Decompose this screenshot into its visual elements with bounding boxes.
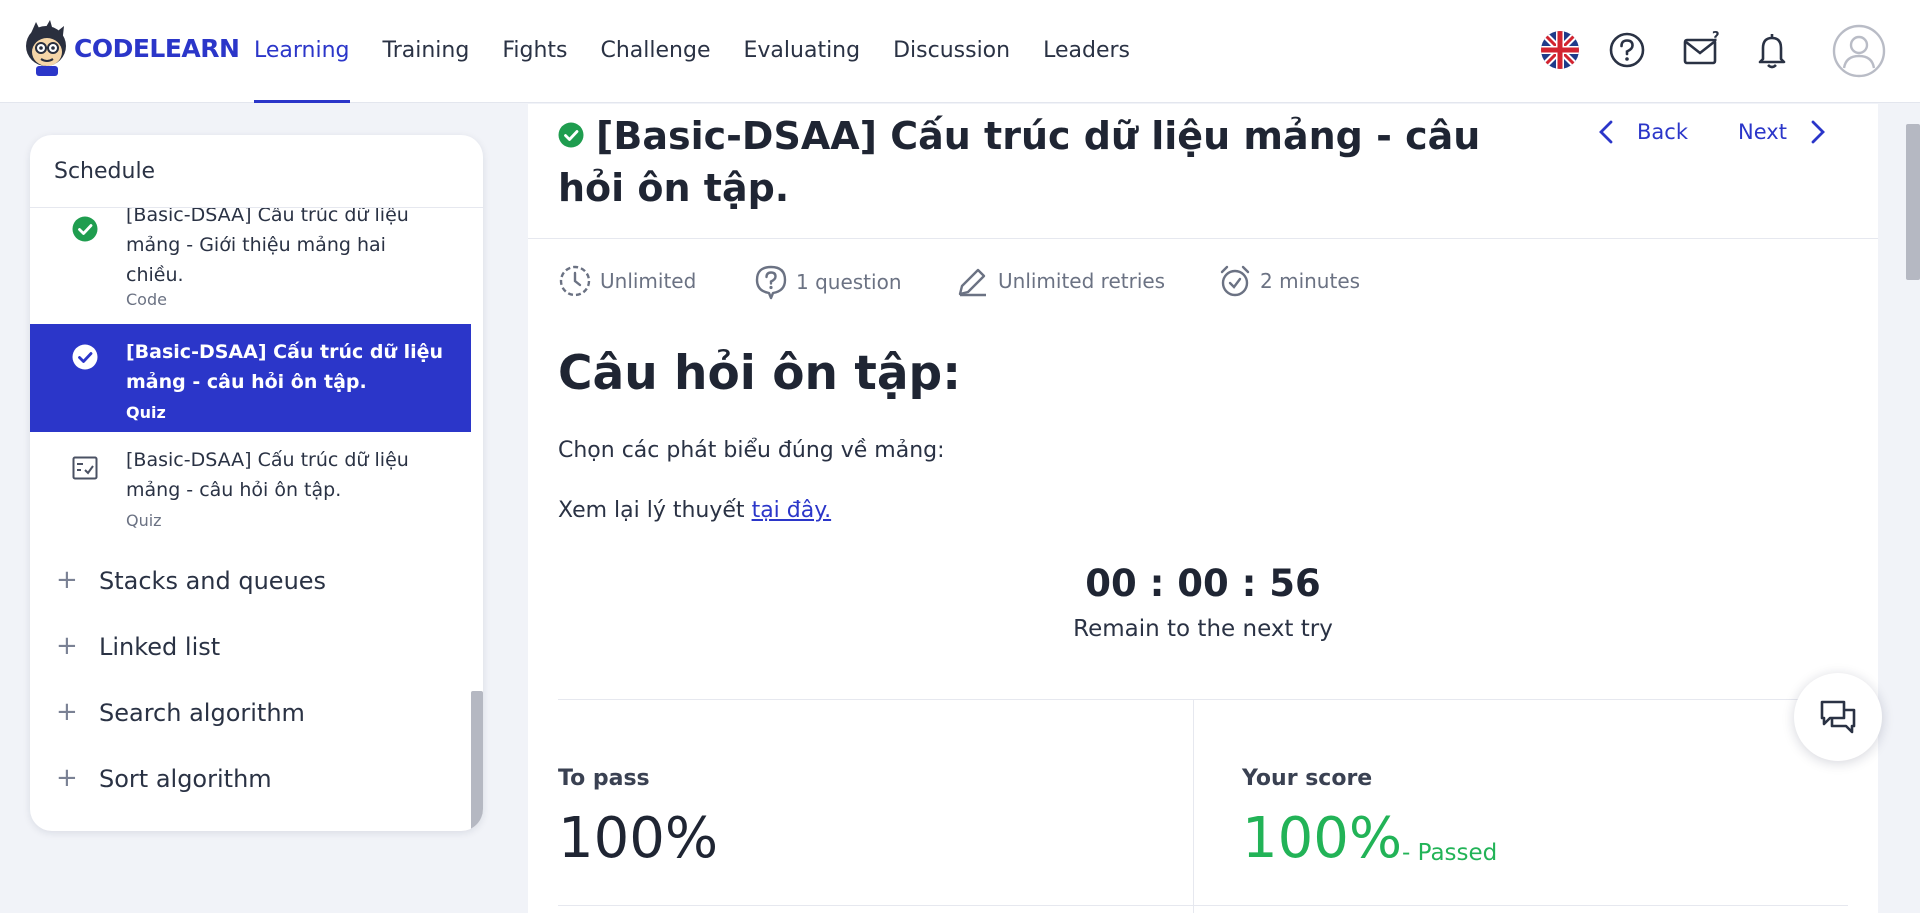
lesson-item[interactable]: [Basic-DSAA] Cấu trúc dữ liệu mảng - Giớ…	[30, 208, 471, 312]
page-title: [Basic-DSAA] Cấu trúc dữ liệu mảng - câu…	[558, 110, 1558, 214]
page-scrollbar[interactable]	[1906, 124, 1920, 280]
next-button[interactable]: Next	[1738, 118, 1829, 146]
top-header: CODELEARN Learning Training Fights Challeng…	[0, 0, 1920, 103]
schedule-sidebar: Schedule [Basic-DSAA] Cấu trúc dữ liệu m…	[30, 135, 483, 831]
help-icon[interactable]	[1608, 28, 1646, 72]
review-theory-text: Xem lại lý thuyết tại đây.	[558, 498, 831, 523]
section-stacks-and-queues[interactable]: + Stacks and queues	[30, 561, 471, 601]
question-heading: Câu hỏi ôn tập:	[558, 346, 961, 401]
expand-plus-icon: +	[56, 631, 78, 661]
lesson-title: [Basic-DSAA] Cấu trúc dữ liệu mảng - Giớ…	[126, 208, 409, 286]
mascot-logo-icon	[26, 20, 66, 76]
nav-item-learning[interactable]: Learning	[254, 0, 350, 103]
sidebar-scrollbar[interactable]	[471, 691, 483, 831]
bell-icon[interactable]	[1756, 28, 1788, 72]
expand-plus-icon: +	[56, 763, 78, 793]
mail-icon[interactable]: ?	[1682, 28, 1722, 72]
chevron-right-icon	[1811, 120, 1825, 144]
nav-item-evaluating[interactable]: Evaluating	[744, 0, 861, 103]
codelearn-logo[interactable]: CODELEARN	[22, 18, 240, 78]
meta-questions-text: 1 question	[796, 270, 902, 294]
lesson-item[interactable]: [Basic-DSAA] Cấu trúc dữ liệu mảng - câu…	[30, 432, 471, 540]
section-label: Stacks and queues	[99, 567, 327, 595]
lesson-type: Code	[126, 290, 167, 309]
back-button[interactable]: Back	[1595, 118, 1688, 146]
chevron-left-icon	[1599, 120, 1613, 144]
section-label: Search algorithm	[99, 699, 305, 727]
score-status: - Passed	[1402, 840, 1498, 866]
svg-text:?: ?	[1712, 30, 1720, 45]
alarm-clock-icon	[1220, 265, 1250, 297]
lesson-type: Quiz	[126, 511, 162, 530]
results-divider-top	[558, 699, 1848, 700]
to-pass-label: To pass	[558, 766, 650, 791]
section-sort-algorithm[interactable]: + Sort algorithm	[30, 759, 471, 799]
lesson-item-active[interactable]: [Basic-DSAA] Cấu trúc dữ liệu mảng - câu…	[30, 324, 471, 432]
title-divider	[528, 238, 1878, 239]
expand-plus-icon: +	[56, 565, 78, 595]
lesson-type: Quiz	[126, 403, 166, 422]
meta-retries-text: Unlimited retries	[998, 269, 1166, 293]
question-text: Chọn các phát biểu đúng về mảng:	[558, 438, 945, 463]
retry-countdown-timer: 00 : 00 : 56	[1085, 562, 1321, 605]
results-divider-bottom	[558, 905, 1848, 906]
meta-questions: 1 question	[754, 264, 902, 300]
expand-plus-icon: +	[56, 697, 78, 727]
brand-name: CODELEARN	[74, 33, 240, 63]
meta-duration-text: 2 minutes	[1260, 269, 1361, 293]
quiz-content-card: [Basic-DSAA] Cấu trúc dữ liệu mảng - câu…	[528, 104, 1878, 913]
page-title-text: [Basic-DSAA] Cấu trúc dữ liệu mảng - câu…	[558, 114, 1481, 210]
review-theory-link[interactable]: tại đây.	[752, 498, 832, 523]
back-label: Back	[1637, 120, 1688, 144]
section-label: Sort algorithm	[99, 765, 272, 793]
nav-item-discussion[interactable]: Discussion	[893, 0, 1010, 103]
your-score-label: Your score	[1242, 766, 1373, 791]
meta-time: Unlimited	[558, 264, 696, 298]
nav-item-leaders[interactable]: Leaders	[1043, 0, 1130, 103]
section-label: Linked list	[99, 633, 221, 661]
section-linked-list[interactable]: + Linked list	[30, 627, 471, 667]
meta-time-text: Unlimited	[600, 269, 697, 293]
uk-flag-icon[interactable]	[1540, 28, 1580, 72]
meta-duration: 2 minutes	[1218, 264, 1360, 298]
completed-check-icon	[72, 344, 98, 370]
to-pass-value: 100%	[558, 806, 719, 871]
clock-dashed-icon	[559, 265, 591, 297]
nav-item-training[interactable]: Training	[383, 0, 470, 103]
pencil-edit-icon	[958, 268, 986, 297]
chat-bubbles-icon	[1820, 700, 1856, 734]
timer-label: Remain to the next try	[1073, 616, 1333, 642]
completed-check-icon	[72, 216, 98, 242]
meta-retries: Unlimited retries	[956, 264, 1165, 298]
sidebar-title: Schedule	[54, 159, 156, 184]
question-bubble-icon	[755, 265, 787, 300]
results-divider-middle	[1193, 699, 1194, 913]
review-prefix: Xem lại lý thuyết	[558, 498, 752, 523]
next-label: Next	[1738, 120, 1787, 144]
lesson-title: [Basic-DSAA] Cấu trúc dữ liệu mảng - câu…	[126, 341, 444, 393]
completed-check-icon	[558, 122, 584, 147]
chat-button[interactable]	[1794, 673, 1882, 761]
quiz-checklist-icon	[72, 456, 98, 480]
nav-item-challenge[interactable]: Challenge	[601, 0, 711, 103]
main-nav: Learning Training Fights Challenge Evaluatin…	[254, 0, 1163, 103]
nav-item-fights[interactable]: Fights	[502, 0, 567, 103]
lesson-title: [Basic-DSAA] Cấu trúc dữ liệu mảng - câu…	[126, 449, 409, 501]
section-search-algorithm[interactable]: + Search algorithm	[30, 693, 471, 733]
your-score-value: 100%	[1242, 806, 1403, 871]
user-avatar-icon[interactable]	[1832, 24, 1886, 78]
